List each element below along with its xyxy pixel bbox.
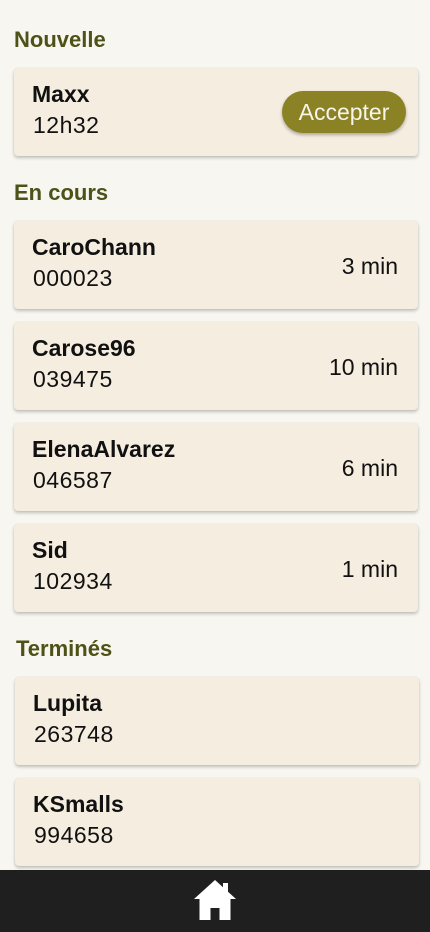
order-code: 102934 [33,568,113,594]
order-name: KSmalls [33,791,124,817]
order-code: 263748 [34,721,114,747]
home-icon [194,880,236,920]
order-name: Maxx [32,81,90,107]
order-card[interactable]: Carose96 039475 10 min [14,322,418,410]
order-code: 000023 [33,265,113,291]
accept-button[interactable]: Accepter [282,91,406,133]
orders-screen: Nouvelle Maxx 12h32 Accepter En cours Ca… [0,0,430,932]
order-code: 994658 [34,822,114,848]
order-name: Lupita [33,690,102,716]
order-code: 039475 [33,366,113,392]
order-elapsed-time: 3 min [341,253,398,279]
order-elapsed-time: 1 min [341,556,398,582]
order-card[interactable]: Sid 102934 1 min [14,524,418,612]
order-card[interactable]: CaroChann 000023 3 min [14,221,418,309]
order-card-done[interactable]: Lupita 263748 [15,677,419,765]
order-elapsed-time: 10 min [328,354,398,380]
bottom-nav-bar [0,870,430,932]
order-code: 046587 [33,467,113,493]
order-time-code: 12h32 [33,112,100,138]
section-title-new: Nouvelle [14,27,106,52]
order-card-done[interactable]: KSmalls 994658 [15,778,419,866]
home-button[interactable] [192,877,238,923]
order-name: Carose96 [32,335,136,361]
section-title-done: Terminés [16,636,113,661]
order-name: Sid [32,537,68,563]
order-name: CaroChann [32,234,156,260]
order-elapsed-time: 6 min [341,455,398,481]
section-title-in-progress: En cours [14,180,109,205]
order-name: ElenaAlvarez [32,436,176,462]
order-card-new[interactable]: Maxx 12h32 Accepter [14,68,418,156]
order-card[interactable]: ElenaAlvarez 046587 6 min [14,423,418,511]
